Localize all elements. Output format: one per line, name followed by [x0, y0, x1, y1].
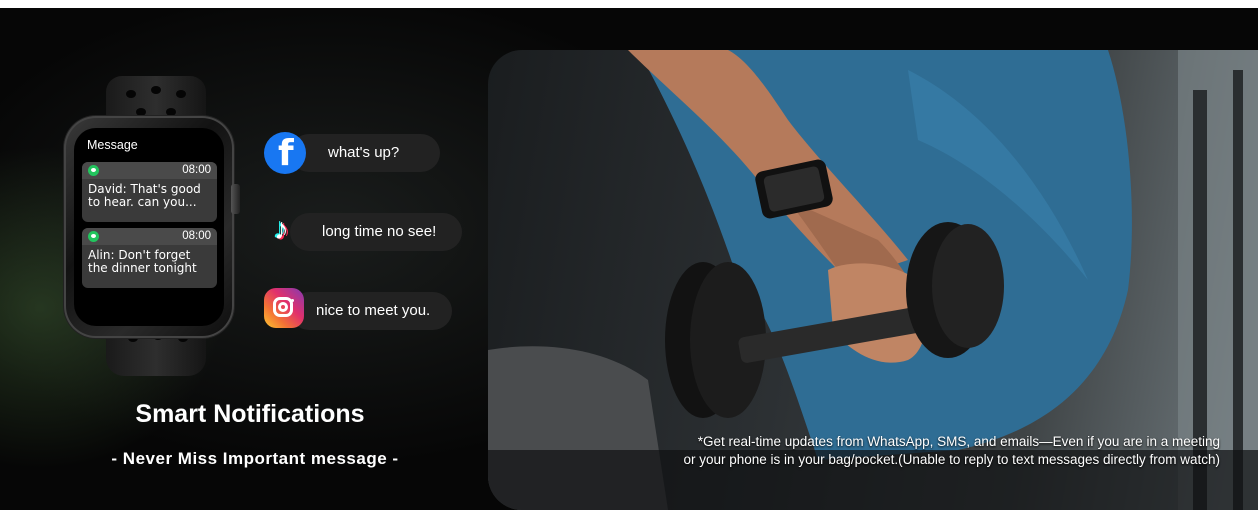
- watch-notification-card: 08:00 David: That's good to hear. can yo…: [82, 162, 217, 222]
- caption-line: *Get real-time updates from WhatsApp, SM…: [697, 434, 1220, 449]
- smartwatch-illustration: Message 08:00 David: That's good to hear…: [64, 76, 242, 376]
- watch-screen-title: Message: [87, 138, 138, 152]
- chat-text: long time no see!: [322, 223, 437, 240]
- notification-text: Alin: Don't forget the dinner tonight: [88, 248, 197, 275]
- watch-screen: Message 08:00 David: That's good to hear…: [74, 128, 224, 326]
- watch-case: Message 08:00 David: That's good to hear…: [64, 116, 234, 338]
- facebook-icon: f: [264, 132, 306, 174]
- instagram-icon: [264, 288, 304, 328]
- tiktok-icon: ♪: [274, 213, 289, 246]
- feature-subtitle: - Never Miss Important message -: [111, 449, 399, 468]
- message-bubble-icon: [88, 231, 99, 242]
- notification-text: David: That's good to hear. can you...: [88, 182, 201, 209]
- caption-line: or your phone is in your bag/pocket.(Una…: [683, 452, 1221, 467]
- chat-bubble-facebook: what's up?: [290, 134, 440, 172]
- smart-notifications-banner: Message 08:00 David: That's good to hear…: [0, 8, 1258, 510]
- notification-time: 08:00: [182, 230, 211, 242]
- notification-time: 08:00: [182, 164, 211, 176]
- chat-bubble-instagram: nice to meet you.: [290, 292, 452, 330]
- feature-title: Smart Notifications: [135, 400, 365, 428]
- message-bubble-icon: [88, 165, 99, 176]
- chat-text: what's up?: [328, 144, 400, 161]
- watch-crown: [231, 184, 240, 214]
- chat-bubble-tiktok: long time no see!: [290, 213, 462, 251]
- watch-notification-card: 08:00 Alin: Don't forget the dinner toni…: [82, 228, 217, 288]
- chat-text: nice to meet you.: [316, 302, 431, 319]
- feature-caption: *Get real-time updates from WhatsApp, SM…: [560, 433, 1221, 469]
